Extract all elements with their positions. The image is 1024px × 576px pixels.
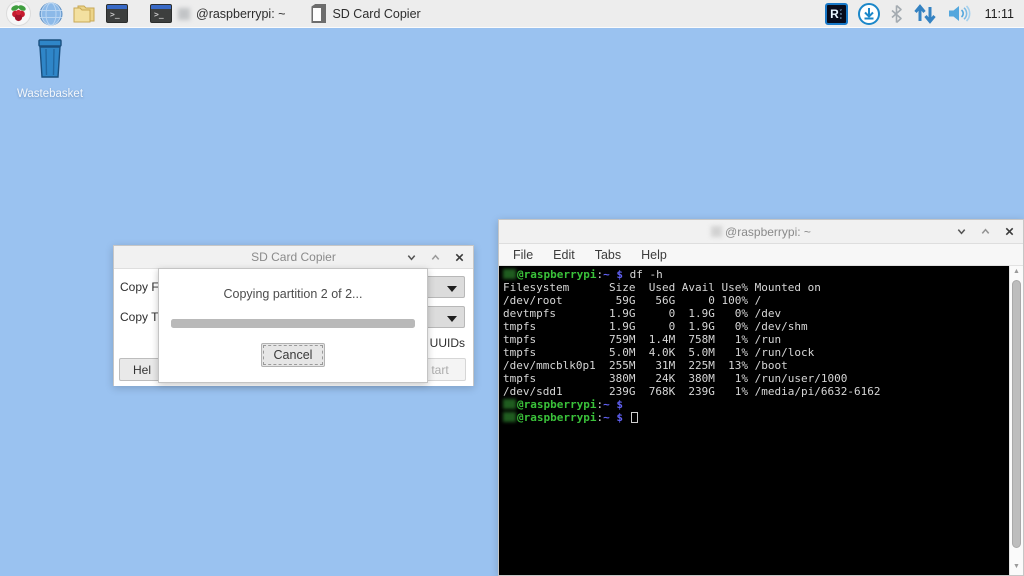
terminal-screen: @raspberrypi:~ $ df -hFilesystem Size Us… <box>503 268 1007 575</box>
vnc-icon[interactable]: R vnc <box>825 3 848 25</box>
terminal-menubar: FileEditTabsHelp <box>499 244 1023 266</box>
scrollbar-thumb[interactable] <box>1012 280 1021 548</box>
progress-bar <box>171 319 415 328</box>
sd-window-titlebar[interactable]: SD Card Copier <box>114 246 473 269</box>
taskbar-task-sd-card-copier[interactable]: SD Card Copier <box>305 3 426 24</box>
globe-icon <box>39 2 63 26</box>
sd-card-icon <box>311 4 326 23</box>
terminal-prompt-line: @raspberrypi:~ $ <box>503 411 1007 424</box>
shade-icon[interactable] <box>956 226 967 237</box>
redacted-username <box>711 226 722 237</box>
terminal-output-line: Filesystem Size Used Avail Use% Mounted … <box>503 281 1007 294</box>
terminal-titlebar[interactable]: @raspberrypi: ~ <box>499 220 1023 244</box>
cancel-button[interactable]: Cancel <box>261 343 325 367</box>
task-label: @raspberrypi: ~ <box>196 7 285 21</box>
redacted-username <box>503 399 516 409</box>
minimize-icon[interactable] <box>980 226 991 237</box>
terminal-output-line: tmpfs 759M 1.4M 758M 1% /run <box>503 333 1007 346</box>
clock[interactable]: 11:11 <box>985 7 1014 21</box>
close-icon[interactable] <box>1004 226 1015 237</box>
terminal-window: @raspberrypi: ~ FileEditTabsHelp @raspbe… <box>498 219 1024 576</box>
system-tray: R vnc 11:11 <box>825 2 1024 26</box>
terminal-output-line: tmpfs 5.0M 4.0K 5.0M 1% /run/lock <box>503 346 1007 359</box>
chevron-down-icon <box>447 316 457 322</box>
shade-icon[interactable] <box>406 252 417 263</box>
folders-icon <box>71 3 97 25</box>
terminal-output-line: /dev/sdd1 239G 768K 239G 1% /media/pi/66… <box>503 385 1007 398</box>
menu-edit[interactable]: Edit <box>543 246 585 264</box>
file-manager-button[interactable] <box>71 2 97 26</box>
network-arrows-icon[interactable] <box>912 4 938 24</box>
task-label: SD Card Copier <box>332 7 420 21</box>
terminal-output-line: devtmpfs 1.9G 0 1.9G 0% /dev <box>503 307 1007 320</box>
terminal-icon <box>106 4 128 23</box>
terminal-content[interactable]: @raspberrypi:~ $ df -hFilesystem Size Us… <box>499 266 1023 575</box>
wastebasket-desktop-icon[interactable]: Wastebasket <box>12 38 88 100</box>
terminal-scrollbar[interactable]: ▲ ▼ <box>1009 266 1023 575</box>
scroll-up-icon[interactable]: ▲ <box>1010 266 1023 278</box>
copy-progress-dialog: Copying partition 2 of 2... Cancel <box>158 268 428 383</box>
copy-from-label: Copy F <box>120 280 159 294</box>
volume-icon[interactable] <box>947 4 972 23</box>
window-title: SD Card Copier <box>251 250 336 264</box>
wastebasket-label: Wastebasket <box>12 88 88 100</box>
taskbar-task-terminal[interactable]: @raspberrypi: ~ <box>144 3 291 24</box>
terminal-output-line: tmpfs 1.9G 0 1.9G 0% /dev/shm <box>503 320 1007 333</box>
progress-message: Copying partition 2 of 2... <box>159 287 427 301</box>
minimize-icon[interactable] <box>430 252 441 263</box>
menu-button[interactable] <box>5 2 31 26</box>
taskbar: @raspberrypi: ~ SD Card Copier R vnc <box>0 0 1024 28</box>
terminal-icon <box>150 4 172 23</box>
chevron-down-icon <box>447 286 457 292</box>
vnc-small-letters: vnc <box>840 8 842 20</box>
new-partition-uuids-label: UUIDs <box>430 336 465 350</box>
menu-help[interactable]: Help <box>631 246 677 264</box>
redacted-username <box>503 412 516 422</box>
menu-tabs[interactable]: Tabs <box>585 246 631 264</box>
terminal-cursor <box>631 412 638 423</box>
wastebasket-icon <box>31 38 69 80</box>
terminal-output-line: /dev/root 59G 56G 0 100% / <box>503 294 1007 307</box>
redacted-username <box>503 269 516 279</box>
terminal-prompt-line: @raspberrypi:~ $ df -h <box>503 268 1007 281</box>
window-title: @raspberrypi: ~ <box>725 225 811 239</box>
menu-file[interactable]: File <box>503 246 543 264</box>
terminal-launcher-button[interactable] <box>104 2 130 26</box>
bluetooth-icon[interactable] <box>890 4 903 24</box>
redacted-username <box>178 8 190 20</box>
terminal-output-line: tmpfs 380M 24K 380M 1% /run/user/1000 <box>503 372 1007 385</box>
browser-button[interactable] <box>38 2 64 26</box>
terminal-prompt-line: @raspberrypi:~ $ <box>503 398 1007 411</box>
copy-to-label: Copy T <box>120 310 158 324</box>
close-icon[interactable] <box>454 252 465 263</box>
updater-icon[interactable] <box>857 2 881 26</box>
raspberry-icon <box>6 1 31 26</box>
scroll-down-icon[interactable]: ▼ <box>1010 561 1023 573</box>
terminal-output-line: /dev/mmcblk0p1 255M 31M 225M 13% /boot <box>503 359 1007 372</box>
